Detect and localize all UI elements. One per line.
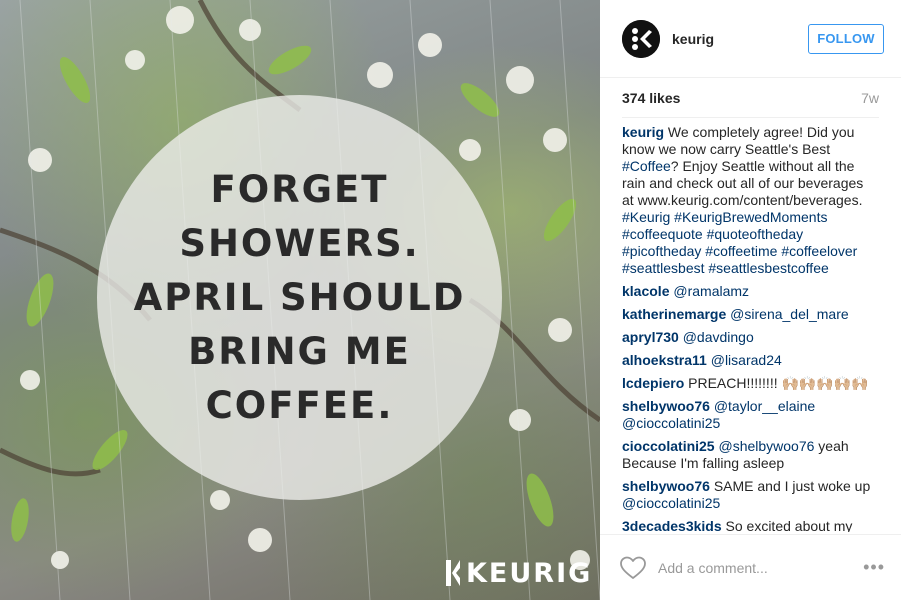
post-sidebar: keurig FOLLOW 374 likes 7w keurig We com… (600, 0, 901, 600)
hashtag[interactable]: #coffeequote (622, 226, 703, 242)
post-meta: 374 likes 7w (622, 78, 879, 118)
quote-line: BRING ME (188, 329, 411, 373)
avatar[interactable] (622, 19, 660, 58)
hashtag[interactable]: #picoftheday (622, 243, 701, 259)
comment-item: apryl730 @davdingo (622, 329, 878, 346)
post-age[interactable]: 7w (861, 90, 879, 106)
comment-mention[interactable]: @cioccolatini25 (622, 495, 720, 511)
hashtag[interactable]: #KeurigBrewedMoments (674, 209, 827, 225)
hashtag[interactable]: #quoteoftheday (707, 226, 804, 242)
comment-user[interactable]: klacole (622, 283, 669, 299)
comment-user[interactable]: alhoekstra11 (622, 352, 707, 368)
comment-footer: ••• (600, 534, 901, 600)
comment-item: katherinemarge @sirena_del_mare (622, 306, 878, 323)
caption: keurig We completely agree! Did you know… (622, 124, 878, 277)
comment-mention[interactable]: @ramalamz (673, 283, 749, 299)
comment-user[interactable]: cioccolatini25 (622, 438, 715, 454)
hashtag[interactable]: #Keurig (622, 209, 670, 225)
hashtag[interactable]: #coffeelover (781, 243, 857, 259)
comment-item: 3decades3kids So excited about my new (622, 518, 878, 532)
hashtag[interactable]: #seattlesbestcoffee (708, 260, 828, 276)
username[interactable]: keurig (672, 31, 808, 47)
comment-item: alhoekstra11 @lisarad24 (622, 352, 878, 369)
comment-mention[interactable]: @shelbywoo76 (718, 438, 814, 454)
comment-user[interactable]: katherinemarge (622, 306, 726, 322)
comment-mention[interactable]: @davdingo (683, 329, 754, 345)
comment-user[interactable]: shelbywoo76 (622, 398, 710, 414)
quote-text: FORGET SHOWERS. APRIL SHOULD BRING ME CO… (110, 163, 490, 433)
like-count[interactable]: 374 likes (622, 90, 680, 106)
comment-user[interactable]: shelbywoo76 (622, 478, 710, 494)
post-header: keurig FOLLOW (600, 0, 901, 78)
instagram-post: FORGET SHOWERS. APRIL SHOULD BRING ME CO… (0, 0, 901, 600)
keurig-logo-icon (622, 19, 660, 58)
comment-user[interactable]: lcdepiero (622, 375, 684, 391)
comment-mention[interactable]: @lisarad24 (711, 352, 782, 368)
brand-watermark: KEURIG (446, 557, 593, 589)
comment-user[interactable]: apryl730 (622, 329, 679, 345)
comment-list[interactable]: keurig We completely agree! Did you know… (600, 118, 878, 532)
caption-user[interactable]: keurig (622, 124, 664, 140)
more-options-icon[interactable]: ••• (863, 557, 885, 578)
comment-text: PREACH!!!!!!!! 🙌🏼🙌🏼🙌🏼🙌🏼🙌🏼 (688, 375, 869, 391)
quote-line: FORGET (210, 167, 389, 211)
heart-icon[interactable] (620, 556, 646, 580)
keurig-k-icon (446, 560, 460, 586)
comment-user[interactable]: 3decades3kids (622, 518, 722, 532)
add-comment-input[interactable] (658, 559, 864, 576)
hashtag[interactable]: #seattlesbest (622, 260, 705, 276)
quote-line: COFFEE. (205, 383, 394, 427)
comment-item: shelbywoo76 SAME and I just woke up @cio… (622, 478, 878, 512)
quote-circle: FORGET SHOWERS. APRIL SHOULD BRING ME CO… (97, 95, 502, 500)
hashtag[interactable]: #coffeetime (705, 243, 777, 259)
quote-line: SHOWERS. (179, 221, 420, 265)
comment-item: cioccolatini25 @shelbywoo76 yeah Because… (622, 438, 878, 472)
comment-text: SAME and I just woke up (713, 478, 871, 494)
hashtag[interactable]: #Coffee (622, 158, 671, 174)
comment-mention[interactable]: @sirena_del_mare (730, 306, 849, 322)
quote-line: APRIL SHOULD (133, 275, 466, 319)
brand-text: KEURIG (466, 557, 593, 589)
follow-button[interactable]: FOLLOW (808, 23, 884, 54)
comment-item: shelbywoo76 @taylor__elaine @cioccolatin… (622, 398, 878, 432)
comment-item: klacole @ramalamz (622, 283, 878, 300)
comment-item: lcdepiero PREACH!!!!!!!! 🙌🏼🙌🏼🙌🏼🙌🏼🙌🏼 (622, 375, 878, 392)
post-image[interactable]: FORGET SHOWERS. APRIL SHOULD BRING ME CO… (0, 0, 600, 600)
